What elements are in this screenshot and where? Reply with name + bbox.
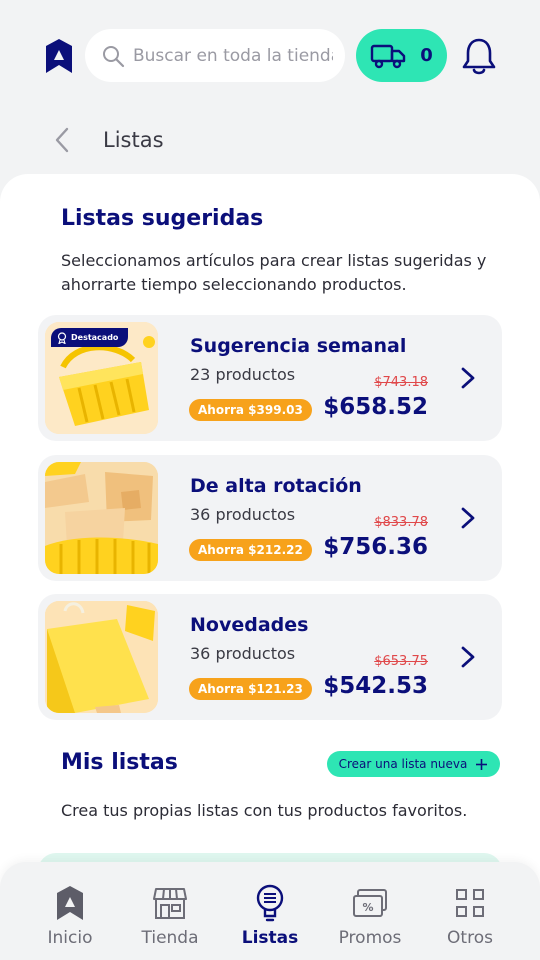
- my-lists-title: Mis listas: [61, 750, 178, 775]
- lightbulb-icon: [256, 884, 284, 922]
- card-product-count: 36 productos: [190, 644, 296, 663]
- shopping-bag-image: [45, 601, 158, 713]
- suggested-list-card[interactable]: Novedades 36 productos Ahorra $121.23 $6…: [38, 594, 502, 720]
- cart-count: 0: [420, 45, 433, 66]
- svg-text:%: %: [362, 901, 373, 914]
- bell-icon[interactable]: [461, 36, 497, 76]
- basket-image: Destacado: [45, 322, 158, 434]
- current-price: $658.52: [323, 394, 428, 420]
- promo-icon: %: [353, 889, 387, 917]
- old-price: $653.75: [374, 654, 428, 669]
- suggested-list-card[interactable]: De alta rotación 36 productos Ahorra $21…: [38, 455, 502, 581]
- create-list-button[interactable]: Crear una lista nueva: [327, 751, 500, 777]
- suggested-lists-description: Seleccionamos artículos para crear lista…: [61, 251, 487, 294]
- chevron-right-icon[interactable]: [460, 646, 476, 668]
- card-product-count: 36 productos: [190, 505, 296, 524]
- savings-badge: Ahorra $121.23: [189, 678, 312, 700]
- suggested-list-card[interactable]: Destacado Sugerencia semanal 23 producto…: [38, 315, 502, 441]
- boxes-image: [45, 462, 158, 574]
- card-product-count: 23 productos: [190, 365, 296, 384]
- chevron-right-icon[interactable]: [460, 367, 476, 389]
- store-icon: [153, 888, 187, 919]
- truck-icon: [371, 44, 406, 68]
- current-price: $542.53: [323, 673, 428, 699]
- grid-icon: [456, 889, 484, 917]
- nav-item-listas[interactable]: Listas: [222, 862, 318, 960]
- nav-item-otros[interactable]: Otros: [422, 862, 518, 960]
- back-button[interactable]: [55, 122, 77, 158]
- search-input[interactable]: [133, 45, 333, 66]
- nav-item-tienda[interactable]: Tienda: [122, 862, 218, 960]
- chevron-right-icon[interactable]: [460, 507, 476, 529]
- search-icon: [103, 45, 125, 67]
- search-bar[interactable]: [85, 29, 345, 82]
- my-lists-description: Crea tus propias listas con tus producto…: [61, 801, 468, 820]
- bottom-navigation: Inicio Tienda Listas % Promos Otros: [0, 862, 540, 960]
- card-title: Sugerencia semanal: [190, 335, 407, 357]
- old-price: $833.78: [374, 515, 428, 530]
- boxes-illustration: [45, 462, 158, 574]
- savings-badge: Ahorra $399.03: [189, 399, 312, 421]
- card-title: Novedades: [190, 614, 309, 636]
- plus-icon: [476, 758, 488, 770]
- top-bar: 0: [0, 0, 540, 112]
- featured-badge: Destacado: [51, 328, 129, 347]
- old-price: $743.18: [374, 375, 428, 390]
- nav-item-inicio[interactable]: Inicio: [22, 862, 118, 960]
- nav-item-promos[interactable]: % Promos: [322, 862, 418, 960]
- chevron-left-icon: [55, 127, 69, 153]
- suggested-lists-title: Listas sugeridas: [61, 206, 264, 231]
- current-price: $756.36: [323, 534, 428, 560]
- cart-button[interactable]: 0: [356, 29, 447, 82]
- shopping-bag-illustration: [45, 601, 158, 713]
- page-title: Listas: [103, 128, 164, 152]
- breadcrumb: Listas: [55, 120, 164, 160]
- card-title: De alta rotación: [190, 475, 362, 497]
- logo-icon[interactable]: [44, 38, 74, 74]
- award-icon: [57, 331, 67, 344]
- savings-badge: Ahorra $212.22: [189, 539, 312, 561]
- home-icon: [57, 886, 83, 920]
